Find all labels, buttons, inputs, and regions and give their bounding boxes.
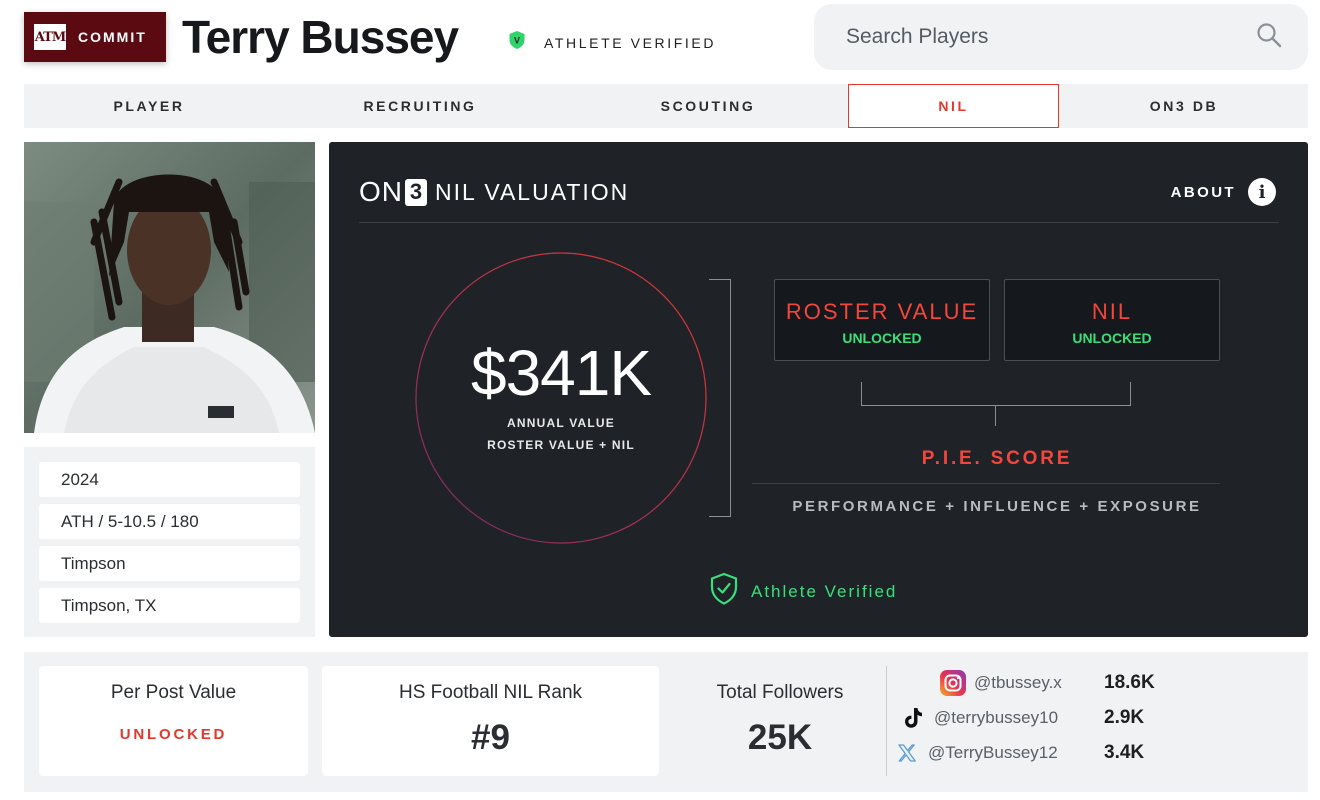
about-button[interactable]: ABOUT i (1171, 178, 1276, 206)
tab-recruiting[interactable]: RECRUITING (274, 84, 566, 128)
search-icon[interactable] (1256, 22, 1282, 53)
info-icon: i (1248, 178, 1276, 206)
pie-bracket-stem (995, 406, 996, 426)
player-photo (24, 142, 315, 433)
total-followers-value: 25K (747, 718, 813, 757)
svg-text:V: V (514, 36, 520, 46)
social-row-tiktok[interactable]: @terrybussey10 (898, 703, 1058, 733)
profile-nav: PLAYER RECRUITING SCOUTING NIL ON3 DB (24, 84, 1308, 128)
per-post-value-card: Per Post Value UNLOCKED (39, 666, 308, 776)
about-label: ABOUT (1170, 183, 1236, 201)
per-post-value-unlock[interactable]: UNLOCKED (39, 726, 308, 743)
athlete-verified-badge: Athlete Verified (709, 572, 897, 611)
nil-unlock[interactable]: NIL UNLOCKED (1004, 279, 1220, 361)
search-bar[interactable] (814, 4, 1308, 70)
tab-on3-db[interactable]: ON3 DB (1059, 84, 1309, 128)
roster-value-status: UNLOCKED (842, 330, 922, 346)
roster-value-unlock[interactable]: ROSTER VALUE UNLOCKED (774, 279, 990, 361)
nil-rank-card: HS Football NIL Rank #9 (322, 666, 659, 776)
social-row-instagram[interactable]: @tbussey.x (938, 668, 1062, 698)
total-followers: Total Followers 25K (692, 666, 868, 758)
tiktok-icon (898, 703, 928, 733)
tab-player[interactable]: PLAYER (24, 84, 274, 128)
on3-nil-logo: ON 3 NIL VALUATION (359, 176, 629, 208)
school-logo: ATM (34, 24, 66, 50)
nil-stats-panel: Per Post Value UNLOCKED HS Football NIL … (24, 652, 1308, 792)
pie-score-label: P.I.E. SCORE (921, 448, 1073, 469)
player-name: Terry Bussey (182, 11, 459, 63)
stats-divider (886, 666, 887, 776)
instagram-icon (938, 668, 968, 698)
verified-status: V ATHLETE VERIFIED (508, 30, 716, 55)
roster-value-title: ROSTER VALUE (785, 299, 979, 324)
social-row-x[interactable]: @TerryBussey12 (892, 738, 1058, 768)
player-info-panel: 2024 ATH / 5-10.5 / 180 Timpson Timpson,… (24, 447, 315, 637)
on3-logo-mark: 3 (405, 178, 427, 206)
x-icon (892, 738, 922, 768)
nil-rank-value[interactable]: #9 (322, 718, 659, 758)
pie-bracket (861, 382, 1131, 406)
high-school[interactable]: Timpson (39, 546, 300, 581)
tiktok-count: 2.9K (1104, 707, 1145, 728)
commit-label: COMMIT (78, 29, 147, 45)
commit-badge[interactable]: ATM COMMIT (24, 12, 166, 62)
nil-rank-label: HS Football NIL Rank (398, 682, 583, 703)
verified-label: ATHLETE VERIFIED (544, 34, 717, 51)
nil-status: UNLOCKED (1072, 330, 1152, 346)
athlete-verified-label: Athlete Verified (751, 581, 898, 601)
instagram-handle[interactable]: @tbussey.x (974, 673, 1062, 693)
valuation-bracket (709, 279, 731, 517)
roster-nil-label: ROSTER VALUE + NIL (487, 438, 635, 452)
pie-formula: PERFORMANCE + INFLUENCE + EXPOSURE (792, 498, 1202, 515)
on3-logo-text: ON (359, 176, 403, 207)
nil-valuation-title: NIL VALUATION (435, 178, 630, 205)
x-handle[interactable]: @TerryBussey12 (928, 743, 1058, 763)
nil-valuation-panel: ON 3 NIL VALUATION ABOUT i $341K ANNUAL … (329, 142, 1308, 637)
annual-value-label: ANNUAL VALUE (507, 416, 615, 430)
annual-valuation: $341K (470, 337, 652, 409)
class-year: 2024 (39, 462, 300, 497)
verified-shield-icon: V (508, 30, 526, 55)
search-input[interactable] (846, 25, 1256, 49)
x-count: 3.4K (1104, 742, 1145, 763)
tab-scouting[interactable]: SCOUTING (566, 84, 850, 128)
pie-divider (752, 483, 1220, 484)
per-post-value-label: Per Post Value (110, 682, 237, 703)
tab-nil[interactable]: NIL (848, 84, 1059, 128)
total-followers-label: Total Followers (716, 682, 844, 703)
panel-divider (359, 222, 1279, 223)
hometown: Timpson, TX (39, 588, 300, 623)
instagram-count: 18.6K (1104, 672, 1155, 693)
nil-title: NIL (1091, 299, 1133, 324)
tiktok-handle[interactable]: @terrybussey10 (934, 708, 1058, 728)
shield-check-icon (709, 572, 739, 611)
position-size: ATH / 5-10.5 / 180 (39, 504, 300, 539)
